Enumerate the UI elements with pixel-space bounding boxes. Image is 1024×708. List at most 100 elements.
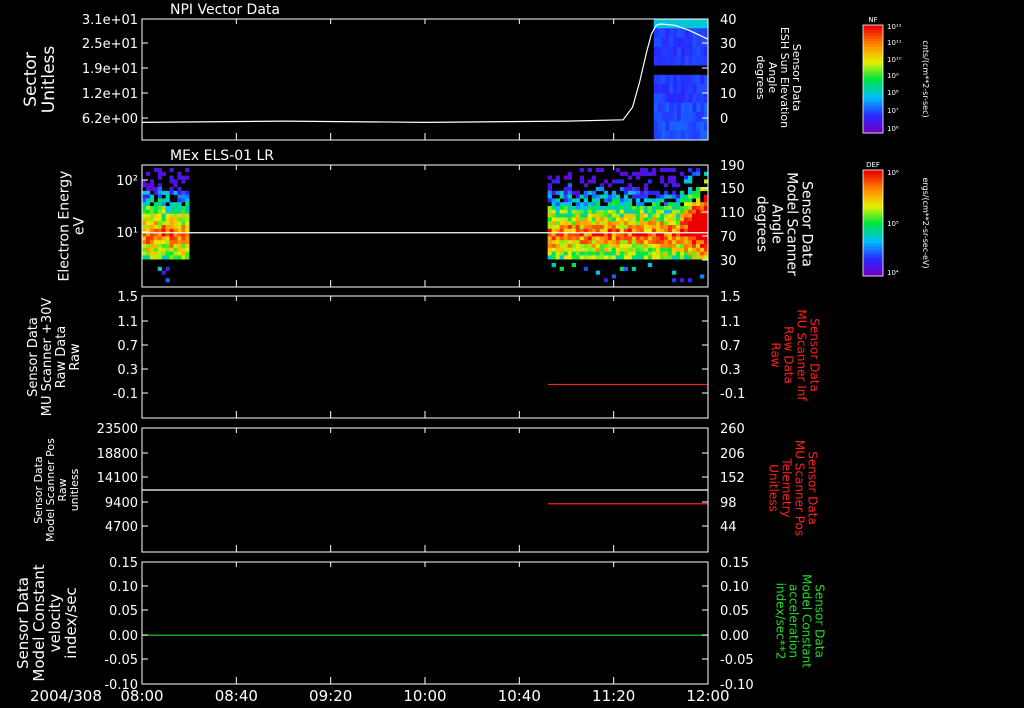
heatmap-cell (559, 213, 564, 218)
heatmap-cell (623, 251, 629, 256)
heatmap-cell (687, 255, 693, 260)
heatmap-cell (567, 190, 572, 195)
heatmap-cell (615, 247, 621, 252)
heatmap-cell (575, 213, 581, 218)
heatmap-cell (583, 244, 589, 249)
heatmap-cell (631, 190, 637, 195)
heatmap-cell (671, 194, 677, 199)
heatmap-cell (599, 183, 605, 188)
heatmap-cell (161, 202, 166, 207)
y2-axis-label: Sensor DataMU Scanner PosTelemetryUnitle… (767, 440, 820, 536)
heatmap-cell (695, 198, 701, 203)
heatmap-cell (639, 209, 645, 214)
heatmap-cell (696, 56, 701, 66)
heatmap-cell (575, 244, 581, 249)
heatmap-cell (699, 244, 705, 249)
panel-title: MEx ELS-01 LR (170, 148, 274, 164)
heatmap-cell (655, 217, 661, 222)
heatmap-cell (142, 198, 147, 203)
heatmap-cell (659, 198, 665, 203)
heatmap-cell (700, 93, 705, 104)
colorbar-title: DEF (866, 161, 880, 169)
heatmap-cell (563, 194, 568, 199)
heatmap-cell (695, 209, 701, 214)
heatmap-cell (575, 251, 581, 256)
heatmap-cell (623, 206, 629, 211)
heatmap-cell (635, 190, 641, 195)
heatmap-cell (185, 198, 190, 203)
heatmap-cell (607, 251, 613, 256)
heatmap-cell (185, 244, 190, 249)
heatmap-cell (695, 190, 701, 195)
heatmap-cell (611, 194, 617, 199)
heatmap-cell (619, 171, 625, 176)
heatmap-cell (547, 175, 552, 180)
heatmap-cell (643, 225, 649, 230)
heatmap-cell (575, 240, 581, 245)
heatmap-cell (659, 255, 665, 260)
y-tick-label: 1.9e+01 (82, 62, 138, 77)
heatmap-cell (671, 251, 677, 256)
heatmap-cell (165, 221, 170, 226)
heatmap-cell (684, 130, 690, 141)
heatmap-cell (173, 213, 178, 218)
heatmap-cell (177, 213, 182, 218)
heatmap-cell (663, 236, 669, 241)
heatmap-cell (559, 206, 564, 211)
heatmap-cell (587, 221, 593, 226)
panel-frame (141, 561, 709, 685)
heatmap-cell (651, 225, 657, 230)
heatmap-cell (653, 37, 659, 48)
heatmap-cell (700, 65, 705, 76)
heatmap-cell (665, 130, 670, 141)
y2-tick-label: 206 (720, 447, 745, 462)
heatmap-cell (173, 251, 178, 256)
heatmap-cell (653, 112, 659, 122)
heatmap-cell (599, 240, 605, 245)
heatmap-cell (547, 251, 552, 256)
heatmap-cell (571, 206, 576, 211)
y2-tick-label: 30 (720, 254, 737, 269)
heatmap-cell (615, 209, 621, 214)
heatmap-cell (173, 206, 178, 211)
heatmap-cell (647, 236, 653, 241)
heatmap-cell (659, 221, 665, 226)
heatmap-cell (145, 198, 151, 203)
heatmap-cell (665, 121, 670, 132)
heatmap-cell (563, 217, 568, 222)
series-line (141, 23, 709, 123)
heatmap-cell (181, 247, 186, 252)
heatmap-cell (651, 251, 657, 256)
heatmap-cell (165, 278, 170, 283)
heatmap-cell (684, 74, 690, 85)
heatmap-cell (551, 217, 556, 222)
heatmap-cell (173, 255, 178, 260)
heatmap-cell (579, 202, 585, 207)
heatmap-cell (149, 244, 155, 249)
heatmap-cell (627, 175, 633, 180)
heatmap-cell (551, 225, 556, 230)
heatmap-cell (627, 247, 633, 252)
heatmap-cell (611, 221, 617, 226)
heatmap-cell (145, 236, 151, 241)
heatmap-cell (595, 187, 601, 192)
heatmap-cell (695, 213, 701, 218)
heatmap-cell (667, 221, 673, 226)
heatmap-cell (161, 190, 166, 195)
heatmap-cell (567, 236, 572, 241)
heatmap-cell (185, 247, 190, 252)
heatmap-cell (591, 247, 597, 252)
heatmap-cell (611, 240, 617, 245)
heatmap-cell (671, 278, 677, 283)
heatmap-cell (673, 112, 678, 122)
heatmap-cell (680, 28, 686, 39)
heatmap-cell (659, 175, 665, 180)
heatmap-cell (579, 240, 585, 245)
heatmap-cell (647, 221, 653, 226)
heatmap-cell (547, 247, 552, 252)
y-axis-label: Sensor DataMU Scanner +30VRaw DataRaw (26, 298, 83, 417)
heatmap-cell (595, 168, 601, 173)
heatmap-cell (619, 266, 625, 271)
heatmap-cell (142, 247, 147, 252)
heatmap-cell (615, 225, 621, 230)
